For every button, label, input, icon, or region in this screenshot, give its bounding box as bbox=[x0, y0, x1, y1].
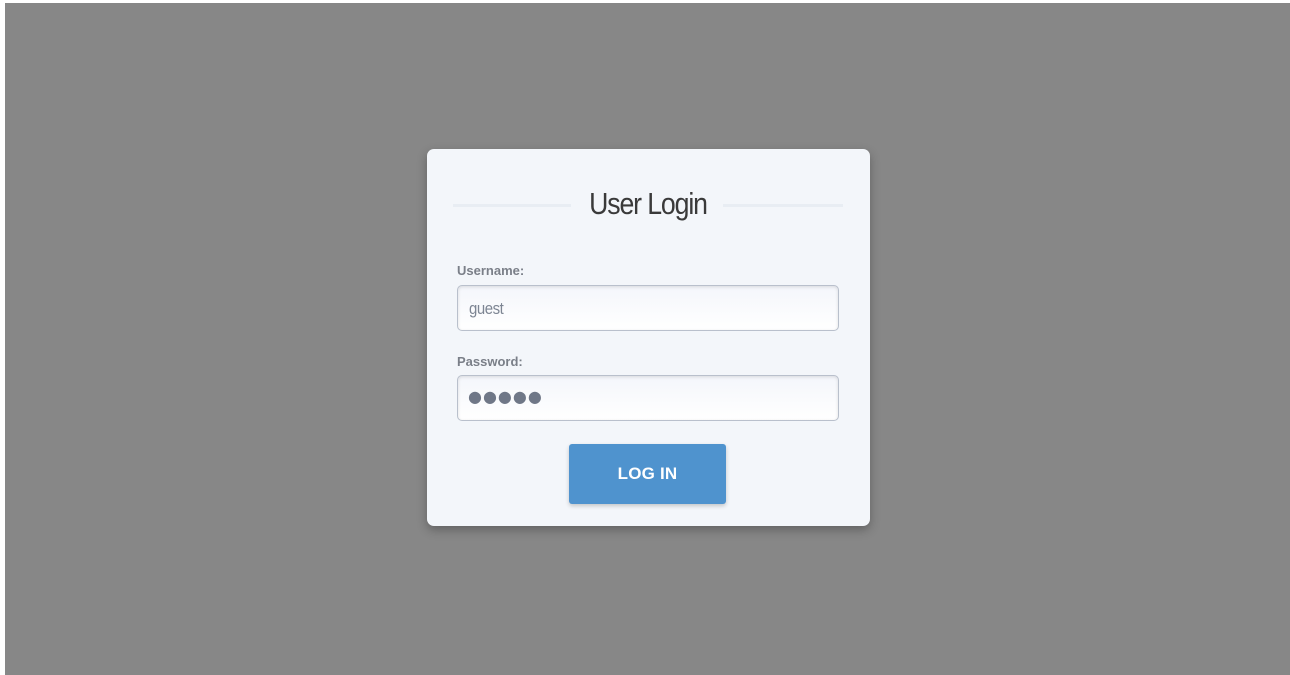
page-title: User Login bbox=[589, 186, 708, 221]
password-label: Password: bbox=[457, 354, 523, 369]
login-card: User Login Username: guest Password: ●●●… bbox=[427, 149, 870, 526]
login-header: User Login bbox=[453, 185, 843, 223]
password-field[interactable]: ●●●●● bbox=[457, 375, 839, 421]
login-button[interactable]: LOG IN bbox=[569, 444, 726, 504]
username-label: Username: bbox=[457, 263, 525, 278]
password-mask: ●●●●● bbox=[468, 387, 543, 406]
username-value: guest bbox=[469, 299, 504, 318]
username-field[interactable]: guest bbox=[457, 285, 839, 331]
